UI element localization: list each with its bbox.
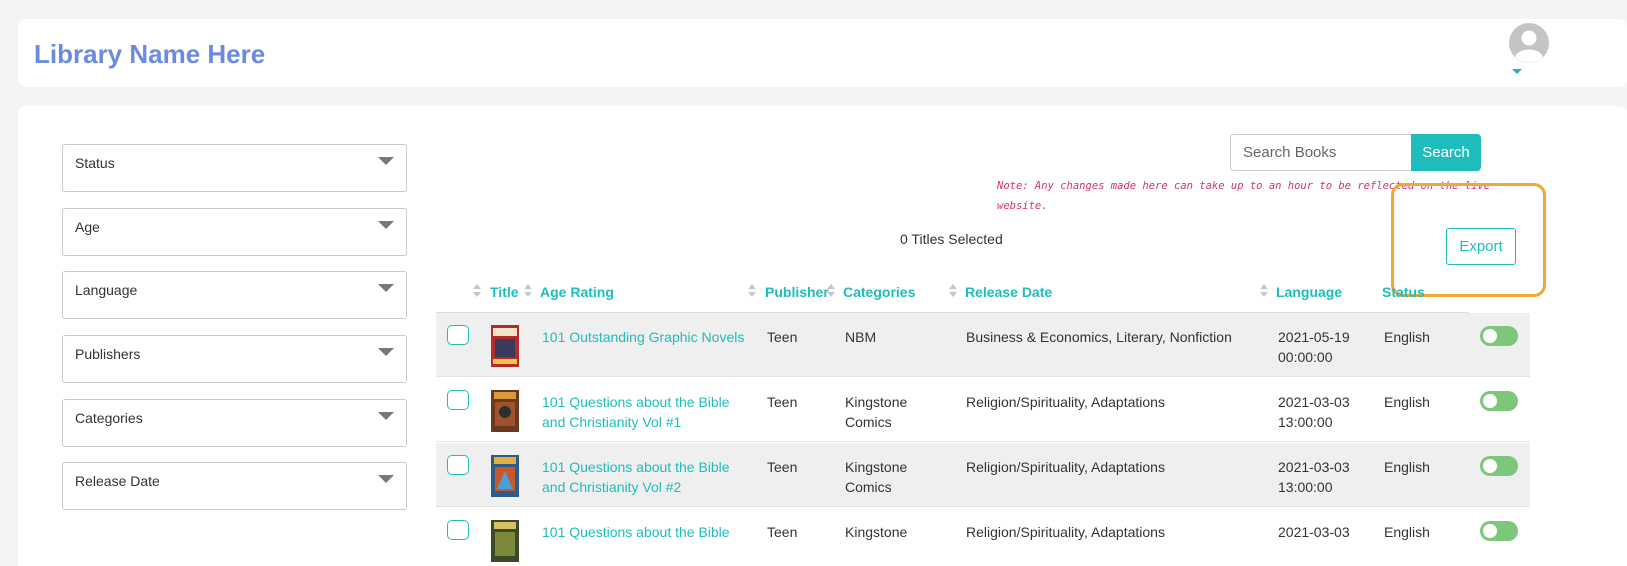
- book-title-link[interactable]: 101 Questions about the Bible: [542, 522, 752, 542]
- column-header-categories[interactable]: Categories: [843, 284, 915, 300]
- row-select-checkbox[interactable]: [447, 325, 469, 345]
- status-toggle[interactable]: [1480, 326, 1518, 346]
- user-avatar-icon[interactable]: [1508, 22, 1550, 64]
- chevron-down-icon: [378, 157, 394, 165]
- release-date-filter[interactable]: Release Date: [62, 462, 407, 510]
- book-title-link[interactable]: 101 Outstanding Graphic Novels: [542, 327, 752, 347]
- export-button[interactable]: Export: [1446, 228, 1516, 265]
- age-rating-cell: Teen: [767, 329, 798, 345]
- age-rating-cell: Teen: [767, 394, 798, 410]
- age-rating-sort-icon[interactable]: [748, 284, 756, 298]
- book-cover-image: [491, 390, 519, 432]
- release-date-filter-label: Release Date: [75, 473, 160, 489]
- user-menu-caret-icon[interactable]: [1512, 69, 1522, 74]
- main-panel: Status Age Language Publishers Categorie…: [18, 106, 1627, 566]
- language-cell: English: [1384, 329, 1430, 345]
- status-filter[interactable]: Status: [62, 144, 407, 192]
- chevron-down-icon: [378, 475, 394, 483]
- row-select-checkbox[interactable]: [447, 455, 469, 475]
- language-filter-label: Language: [75, 282, 138, 298]
- column-header-status[interactable]: Status: [1382, 284, 1425, 300]
- publisher-cell: Kingstone Comics: [845, 394, 908, 430]
- titles-selected-count: 0 Titles Selected: [900, 231, 1003, 247]
- language-filter[interactable]: Language: [62, 271, 407, 319]
- language-cell: English: [1384, 524, 1430, 540]
- categories-cell: Business & Economics, Literary, Nonficti…: [966, 329, 1232, 345]
- publisher-cell: Kingstone: [845, 524, 908, 540]
- publishers-filter[interactable]: Publishers: [62, 335, 407, 383]
- column-header-title[interactable]: Title: [490, 284, 519, 300]
- table-row: 101 Outstanding Graphic Novels Teen NBM …: [436, 313, 1530, 377]
- book-cover-image: [491, 325, 519, 367]
- title-sort-icon[interactable]: [524, 284, 532, 298]
- categories-cell: Religion/Spirituality, Adaptations: [966, 524, 1165, 540]
- release-date-sort-icon[interactable]: [1260, 284, 1268, 298]
- table-row: 101 Questions about the Bible and Christ…: [436, 443, 1530, 507]
- chevron-down-icon: [378, 412, 394, 420]
- publisher-cell: Kingstone Comics: [845, 459, 908, 495]
- categories-filter-label: Categories: [75, 410, 143, 426]
- table-row: 101 Questions about the Bible and Christ…: [436, 378, 1530, 442]
- chevron-down-icon: [378, 221, 394, 229]
- status-toggle[interactable]: [1480, 391, 1518, 411]
- search-input[interactable]: [1230, 134, 1412, 171]
- chevron-down-icon: [378, 348, 394, 356]
- table-row: 101 Questions about the Bible Teen Kings…: [436, 508, 1530, 566]
- release-date-cell: 2021-03-03 13:00:00: [1278, 459, 1350, 495]
- publisher-sort-icon[interactable]: [827, 284, 835, 298]
- search-button[interactable]: Search: [1411, 134, 1481, 171]
- publishers-filter-label: Publishers: [75, 346, 141, 362]
- column-header-publisher[interactable]: Publisher: [765, 284, 829, 300]
- publisher-cell: NBM: [845, 329, 877, 345]
- book-title-link[interactable]: 101 Questions about the Bible and Christ…: [542, 457, 752, 497]
- status-toggle[interactable]: [1480, 521, 1518, 541]
- column-header-age-rating[interactable]: Age Rating: [540, 284, 614, 300]
- language-cell: English: [1384, 394, 1430, 410]
- status-toggle[interactable]: [1480, 456, 1518, 476]
- age-rating-cell: Teen: [767, 524, 798, 540]
- status-filter-label: Status: [75, 155, 115, 171]
- categories-cell: Religion/Spirituality, Adaptations: [966, 394, 1165, 410]
- book-title-link[interactable]: 101 Questions about the Bible and Christ…: [542, 392, 752, 432]
- row-select-checkbox[interactable]: [447, 390, 469, 410]
- categories-filter[interactable]: Categories: [62, 399, 407, 447]
- column-header-release-date[interactable]: Release Date: [965, 284, 1052, 300]
- release-date-cell: 2021-03-03: [1278, 524, 1350, 540]
- chevron-down-icon: [378, 284, 394, 292]
- language-cell: English: [1384, 459, 1430, 475]
- release-date-cell: 2021-03-03 13:00:00: [1278, 394, 1350, 430]
- select-column-sort-icon[interactable]: [473, 284, 481, 298]
- categories-cell: Religion/Spirituality, Adaptations: [966, 459, 1165, 475]
- book-cover-image: [491, 455, 519, 497]
- top-header: Library Name Here: [18, 19, 1627, 87]
- library-name: Library Name Here: [34, 39, 266, 69]
- column-header-language[interactable]: Language: [1276, 284, 1342, 300]
- age-rating-cell: Teen: [767, 459, 798, 475]
- age-filter[interactable]: Age: [62, 208, 407, 256]
- age-filter-label: Age: [75, 219, 100, 235]
- categories-sort-icon[interactable]: [949, 284, 957, 298]
- release-date-cell: 2021-05-19 00:00:00: [1278, 329, 1350, 365]
- book-cover-image: [491, 520, 519, 562]
- row-select-checkbox[interactable]: [447, 520, 469, 540]
